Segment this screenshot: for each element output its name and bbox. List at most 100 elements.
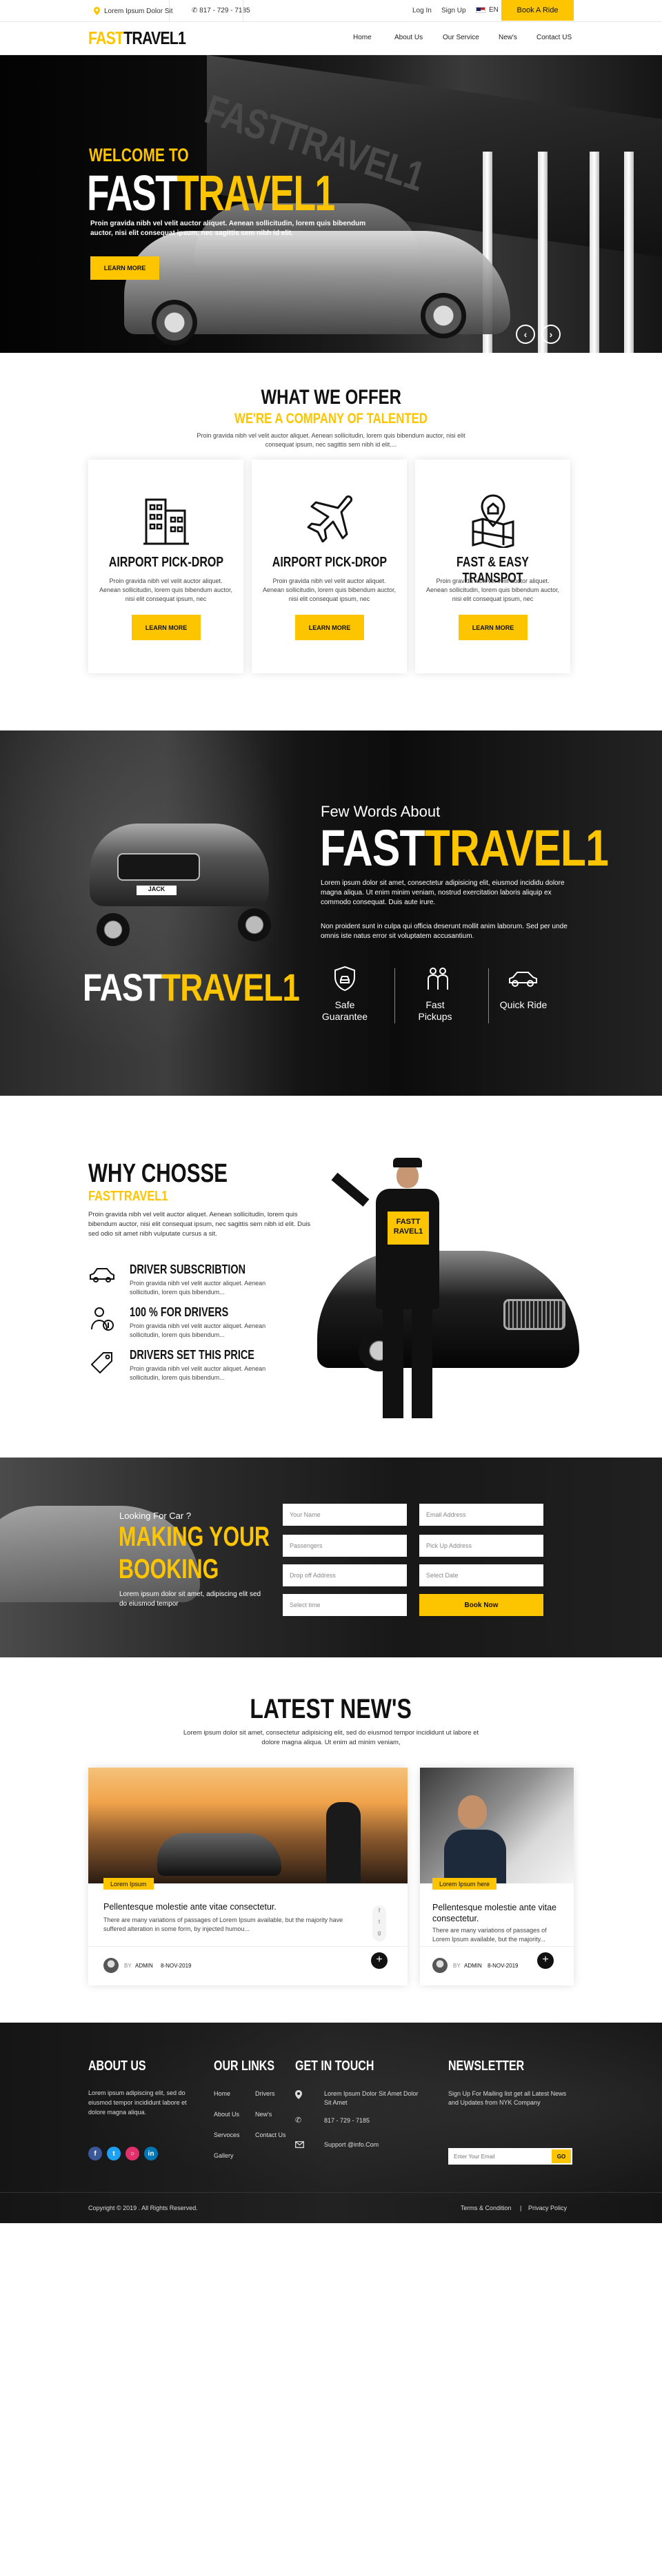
address: Lorem Ipsum Dolor Sit bbox=[94, 7, 172, 15]
footer-link-contact[interactable]: Contact Us bbox=[255, 2132, 286, 2138]
hero-welcome: WELCOME TO bbox=[89, 145, 189, 165]
select-date-input[interactable]: Select Date bbox=[419, 1564, 543, 1586]
why-item-title: 100 % FOR DRIVERS bbox=[130, 1305, 229, 1319]
license-plate: JACK bbox=[137, 886, 177, 895]
news-tag[interactable]: Lorem Ipsum bbox=[103, 1878, 154, 1890]
offer-card-title: AIRPORT PICK-DROP bbox=[252, 555, 407, 571]
offer-card-text: Proin gravida nibh vel velit auctor aliq… bbox=[99, 577, 233, 602]
plus-icon[interactable]: + bbox=[537, 1952, 554, 1969]
offer-subtitle-text: WE'RE A COMPANY OF TALENTED bbox=[234, 411, 428, 427]
phone: ✆ 817 - 729 - 7185 bbox=[192, 7, 250, 14]
news-card-title[interactable]: Pellentesque molestie ante vitae consect… bbox=[103, 1902, 277, 1912]
newsletter-form: GO bbox=[448, 2148, 572, 2165]
divider bbox=[488, 968, 489, 1023]
footer-about-text: Lorem ipsum adipiscing elit, sed do eius… bbox=[88, 2089, 187, 2116]
car-icon bbox=[509, 972, 537, 987]
plus-icon[interactable]: + bbox=[371, 1952, 388, 1969]
next-arrow-icon[interactable]: › bbox=[541, 325, 561, 344]
email-input[interactable]: Email Address bbox=[419, 1504, 543, 1526]
instagram-icon[interactable]: ○ bbox=[126, 2147, 139, 2160]
hero-text: Proin gravida nibh vel velit auctor aliq… bbox=[90, 220, 366, 237]
airplane-icon bbox=[307, 495, 352, 542]
footer-copyright: Copyright © 2019 . All Rights Reserved. bbox=[88, 2205, 198, 2211]
offer-learn-more-button[interactable]: LEARN MORE bbox=[459, 615, 528, 640]
footer: ABOUT US Lorem ipsum adipiscing elit, se… bbox=[0, 2023, 662, 2223]
news-date: 8-NOV-2019 bbox=[488, 1963, 519, 1969]
price-tag-icon bbox=[90, 1352, 112, 1374]
people-icon bbox=[428, 968, 448, 990]
prev-arrow-icon[interactable]: ‹ bbox=[516, 325, 535, 344]
linkedin-icon[interactable]: in bbox=[144, 2147, 158, 2160]
footer-link-gallery[interactable]: Gallery bbox=[214, 2152, 234, 2159]
news-title-text: LATEST NEW'S bbox=[250, 1694, 412, 1724]
offer-card-text: Proin gravida nibh vel velit auctor aliq… bbox=[262, 577, 397, 602]
hero-title-b: TRAVEL1 bbox=[177, 166, 335, 221]
footer-terms-link[interactable]: Terms & Condition bbox=[461, 2205, 512, 2211]
your-name-input[interactable]: Your Name bbox=[283, 1504, 407, 1526]
news-card[interactable]: Lorem Ipsum Pellentesque molestie ante v… bbox=[88, 1768, 408, 1985]
nav-contact[interactable]: Contact US bbox=[536, 34, 572, 41]
news-person-suit bbox=[444, 1830, 506, 1883]
dropoff-address-input[interactable]: Drop off Address bbox=[283, 1564, 407, 1586]
phone-icon: ✆ bbox=[295, 2116, 302, 2125]
why-item-text: Proin gravida nibh vel velit auctor aliq… bbox=[130, 1280, 266, 1296]
newsletter-email-input[interactable] bbox=[448, 2148, 550, 2165]
pickup-address-input[interactable]: Pick Up Address bbox=[419, 1535, 543, 1557]
offer-card: FAST & EASY TRANSPOT Proin gravida nibh … bbox=[415, 460, 570, 673]
footer-links-title: OUR LINKS bbox=[214, 2058, 274, 2074]
login-link[interactable]: Log In bbox=[412, 7, 432, 14]
offer-learn-more-button[interactable]: LEARN MORE bbox=[132, 615, 201, 640]
news-card-title[interactable]: Pellentesque molestie ante vitae consect… bbox=[432, 1902, 563, 1924]
feature-label: Quick Ride bbox=[499, 999, 548, 1010]
newsletter-go-button[interactable]: GO bbox=[552, 2149, 571, 2163]
facebook-icon[interactable]: f bbox=[88, 2147, 102, 2160]
card-title-text: AIRPORT PICK-DROP bbox=[108, 555, 223, 570]
hero-learn-more-button[interactable]: LEARN MORE bbox=[90, 256, 159, 280]
feature-label: Safe Guarantee bbox=[321, 999, 368, 1022]
offer-learn-more-button[interactable]: LEARN MORE bbox=[295, 615, 364, 640]
language-select[interactable]: EN bbox=[476, 6, 499, 14]
chauffeur-leg bbox=[383, 1308, 403, 1418]
shield-car-icon bbox=[334, 965, 355, 992]
why-item-title: DRIVER SUBSCRIBTION bbox=[130, 1263, 246, 1276]
footer-phone: 817 - 729 - 7185 bbox=[324, 2117, 370, 2124]
footer-link-services[interactable]: Servoces bbox=[214, 2132, 240, 2138]
about-title-b: TRAVEL1 bbox=[424, 819, 609, 877]
pillar bbox=[538, 152, 548, 353]
feature-label: Fast Pickups bbox=[418, 999, 452, 1022]
nav-home[interactable]: Home bbox=[353, 34, 372, 41]
news-tag[interactable]: Lorem Ipsum here bbox=[432, 1878, 497, 1890]
pillar bbox=[590, 152, 599, 353]
news-by: BY bbox=[453, 1963, 461, 1969]
offer-card-text: Proin gravida nibh vel velit auctor aliq… bbox=[425, 577, 560, 602]
wheel bbox=[97, 913, 130, 946]
divider bbox=[0, 2192, 662, 2193]
footer-link-home[interactable]: Home bbox=[214, 2090, 230, 2097]
nav-about[interactable]: About Us bbox=[394, 34, 423, 41]
select-time-input[interactable]: Select time bbox=[283, 1594, 407, 1616]
passengers-input[interactable]: Passengers bbox=[283, 1535, 407, 1557]
divider bbox=[88, 1946, 408, 1947]
footer-privacy-link[interactable]: Privacy Policy bbox=[528, 2205, 567, 2211]
news-card[interactable]: Lorem Ipsum here Pellentesque molestie a… bbox=[420, 1768, 574, 1985]
about-title: FASTTRAVEL1 bbox=[320, 819, 609, 877]
footer-email: Support @info.Com bbox=[324, 2141, 379, 2148]
news-car-image bbox=[157, 1833, 281, 1876]
footer-link-drivers[interactable]: Drivers bbox=[255, 2090, 275, 2097]
footer-link-about[interactable]: About Us bbox=[214, 2111, 239, 2118]
nav-news[interactable]: New's bbox=[499, 34, 517, 41]
nav-service[interactable]: Our Service bbox=[443, 34, 479, 41]
about-logo: FASTTRAVEL1 bbox=[83, 965, 300, 1010]
news-author: ADMIN bbox=[464, 1963, 482, 1969]
signup-link[interactable]: Sign Up bbox=[441, 7, 466, 14]
twitter-icon[interactable]: t bbox=[107, 2147, 121, 2160]
book-ride-button[interactable]: Book A Ride bbox=[501, 0, 574, 21]
about-logo-a: FAST bbox=[83, 965, 162, 1009]
book-now-button[interactable]: Book Now bbox=[419, 1594, 543, 1616]
share-icons[interactable]: ftg bbox=[372, 1905, 386, 1941]
offer-text: Proin gravida nibh vel velit auctor aliq… bbox=[197, 432, 465, 448]
logo[interactable]: FASTTRAVEL1 bbox=[88, 28, 186, 49]
chauffeur-cap bbox=[393, 1158, 422, 1167]
footer-touch-title: GET IN TOUCH bbox=[295, 2058, 374, 2074]
footer-link-news[interactable]: New's bbox=[255, 2111, 272, 2118]
